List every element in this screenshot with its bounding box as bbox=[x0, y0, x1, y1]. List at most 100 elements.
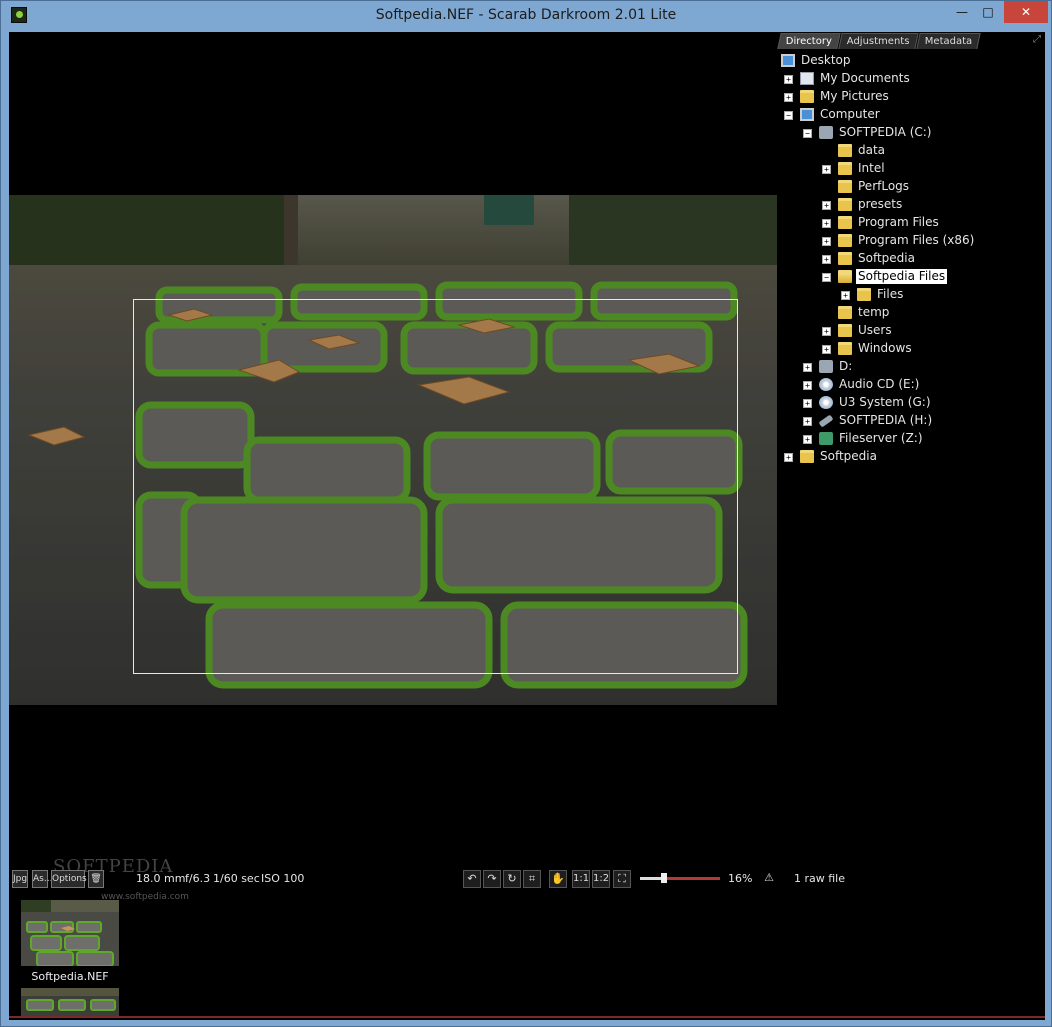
collapse-minus-icon[interactable]: − bbox=[803, 129, 812, 138]
photo-preview[interactable] bbox=[9, 195, 777, 705]
tree-item-u3-system[interactable]: + U3 System (G:) bbox=[779, 394, 1045, 412]
tree-item-label: U3 System (G:) bbox=[839, 395, 931, 409]
network-drive-icon bbox=[819, 432, 833, 445]
tree-item-windows[interactable]: + Windows bbox=[779, 340, 1045, 358]
tree-item-users[interactable]: + Users bbox=[779, 322, 1045, 340]
expand-plus-icon[interactable]: + bbox=[803, 417, 812, 426]
tree-item-presets[interactable]: + presets bbox=[779, 196, 1045, 214]
folder-icon bbox=[838, 144, 852, 157]
delete-button[interactable]: 🗑 bbox=[88, 870, 104, 888]
expand-plus-icon[interactable]: + bbox=[822, 255, 831, 264]
options-label: Options bbox=[52, 874, 87, 884]
save-jpg-button[interactable]: Jpg bbox=[12, 870, 28, 888]
tree-item-softpedia[interactable]: + Softpedia bbox=[779, 250, 1045, 268]
expand-plus-icon[interactable]: + bbox=[841, 291, 850, 300]
tree-item-label: D: bbox=[839, 359, 853, 373]
tree-item-audio-cd[interactable]: + Audio CD (E:) bbox=[779, 376, 1045, 394]
tree-item-drive-c[interactable]: − SOFTPEDIA (C:) bbox=[779, 124, 1045, 142]
folder-icon bbox=[838, 342, 852, 355]
desktop-icon bbox=[781, 54, 795, 67]
tree-item-temp[interactable]: temp bbox=[779, 304, 1045, 322]
tree-item-my-documents[interactable]: + My Documents bbox=[779, 70, 1045, 88]
rotate-left-icon[interactable]: ↶ bbox=[463, 870, 481, 888]
expand-plus-icon[interactable]: + bbox=[803, 381, 812, 390]
tree-item-data[interactable]: data bbox=[779, 142, 1045, 160]
tree-item-desktop[interactable]: Desktop bbox=[779, 52, 1045, 70]
zoom-1-2-button[interactable]: 1:2 bbox=[592, 870, 610, 888]
tree-item-fileserver[interactable]: + Fileserver (Z:) bbox=[779, 430, 1045, 448]
tree-item-softpedia-files[interactable]: − Softpedia Files bbox=[779, 268, 1045, 286]
expand-plus-icon[interactable]: + bbox=[803, 399, 812, 408]
image-viewer[interactable] bbox=[9, 32, 779, 862]
thumbnail-image-next[interactable] bbox=[21, 988, 119, 1016]
tree-item-softpedia-root[interactable]: + Softpedia bbox=[779, 448, 1045, 466]
expand-plus-icon[interactable]: + bbox=[822, 165, 831, 174]
tree-item-label: Windows bbox=[858, 341, 912, 355]
expand-plus-icon[interactable]: + bbox=[822, 237, 831, 246]
thumbnail-image[interactable] bbox=[21, 900, 119, 966]
tree-item-computer[interactable]: − Computer bbox=[779, 106, 1045, 124]
tree-item-label: Desktop bbox=[801, 53, 851, 67]
expand-plus-icon[interactable]: + bbox=[803, 435, 812, 444]
tree-item-label: My Documents bbox=[820, 71, 910, 85]
rotate-right-icon[interactable]: ↷ bbox=[483, 870, 501, 888]
tree-item-label: Softpedia bbox=[820, 449, 877, 463]
iso-value: ISO 100 bbox=[261, 872, 305, 885]
file-count: 1 raw file bbox=[794, 872, 846, 885]
folder-icon bbox=[838, 216, 852, 229]
zoom-1-1-button[interactable]: 1:1 bbox=[572, 870, 590, 888]
folder-icon bbox=[838, 198, 852, 211]
collapse-minus-icon[interactable]: − bbox=[822, 273, 831, 282]
tree-item-drive-h[interactable]: + SOFTPEDIA (H:) bbox=[779, 412, 1045, 430]
tree-item-label: My Pictures bbox=[820, 89, 889, 103]
reset-rotate-icon[interactable]: ↻ bbox=[503, 870, 521, 888]
usb-drive-icon bbox=[818, 414, 834, 428]
title-bar[interactable]: Softpedia.NEF - Scarab Darkroom 2.01 Lit… bbox=[1, 1, 1051, 31]
close-button[interactable]: ✕ bbox=[1004, 1, 1048, 23]
expand-plus-icon[interactable]: + bbox=[784, 453, 793, 462]
folder-icon bbox=[838, 324, 852, 337]
expand-plus-icon[interactable]: + bbox=[822, 327, 831, 336]
tab-directory-label: Directory bbox=[785, 36, 832, 47]
hand-icon[interactable]: ✋ bbox=[549, 870, 567, 888]
tree-item-label: temp bbox=[858, 305, 890, 319]
expand-icon[interactable]: ⤢ bbox=[1033, 34, 1041, 45]
tree-item-program-files-x86[interactable]: + Program Files (x86) bbox=[779, 232, 1045, 250]
tree-item-files[interactable]: + Files bbox=[779, 286, 1045, 304]
folder-icon bbox=[800, 450, 814, 463]
tree-item-label: Intel bbox=[858, 161, 885, 175]
app-window: Softpedia.NEF - Scarab Darkroom 2.01 Lit… bbox=[0, 0, 1052, 1027]
crop-rectangle[interactable] bbox=[133, 299, 738, 674]
tab-adjustments[interactable]: Adjustments bbox=[838, 33, 919, 49]
expand-plus-icon[interactable]: + bbox=[784, 75, 793, 84]
options-button[interactable]: Options bbox=[51, 870, 87, 888]
crop-icon[interactable]: ⌗ bbox=[523, 870, 541, 888]
save-as-button[interactable]: As... bbox=[32, 870, 52, 888]
panel-tabs: Directory Adjustments Metadata bbox=[777, 33, 981, 49]
collapse-minus-icon[interactable]: − bbox=[784, 111, 793, 120]
zoom-slider-thumb[interactable] bbox=[661, 873, 667, 883]
tree-item-label-selected: Softpedia Files bbox=[856, 269, 948, 284]
save-jpg-label: Jpg bbox=[13, 874, 28, 884]
tree-item-perflogs[interactable]: PerfLogs bbox=[779, 178, 1045, 196]
minimize-button[interactable]: — bbox=[949, 1, 975, 23]
tree-item-drive-d[interactable]: + D: bbox=[779, 358, 1045, 376]
expand-plus-icon[interactable]: + bbox=[822, 219, 831, 228]
folder-icon bbox=[857, 288, 871, 301]
tree-item-label: Files bbox=[877, 287, 904, 301]
expand-plus-icon[interactable]: + bbox=[803, 363, 812, 372]
directory-tree[interactable]: Desktop + My Documents + My Pictures − C… bbox=[779, 52, 1045, 466]
expand-plus-icon[interactable]: + bbox=[822, 201, 831, 210]
fit-icon[interactable]: ⛶ bbox=[613, 870, 631, 888]
thumbnail-strip[interactable]: Softpedia.NEF bbox=[9, 894, 1045, 1020]
tree-item-label: Fileserver (Z:) bbox=[839, 431, 923, 445]
tree-item-my-pictures[interactable]: + My Pictures bbox=[779, 88, 1045, 106]
tab-directory[interactable]: Directory bbox=[777, 33, 841, 49]
expand-plus-icon[interactable]: + bbox=[822, 345, 831, 354]
tree-item-intel[interactable]: + Intel bbox=[779, 160, 1045, 178]
tab-metadata[interactable]: Metadata bbox=[916, 33, 981, 49]
tree-item-program-files[interactable]: + Program Files bbox=[779, 214, 1045, 232]
warning-icon[interactable]: ⚠ bbox=[760, 870, 778, 888]
expand-plus-icon[interactable]: + bbox=[784, 93, 793, 102]
maximize-button[interactable]: □ bbox=[975, 1, 1001, 23]
